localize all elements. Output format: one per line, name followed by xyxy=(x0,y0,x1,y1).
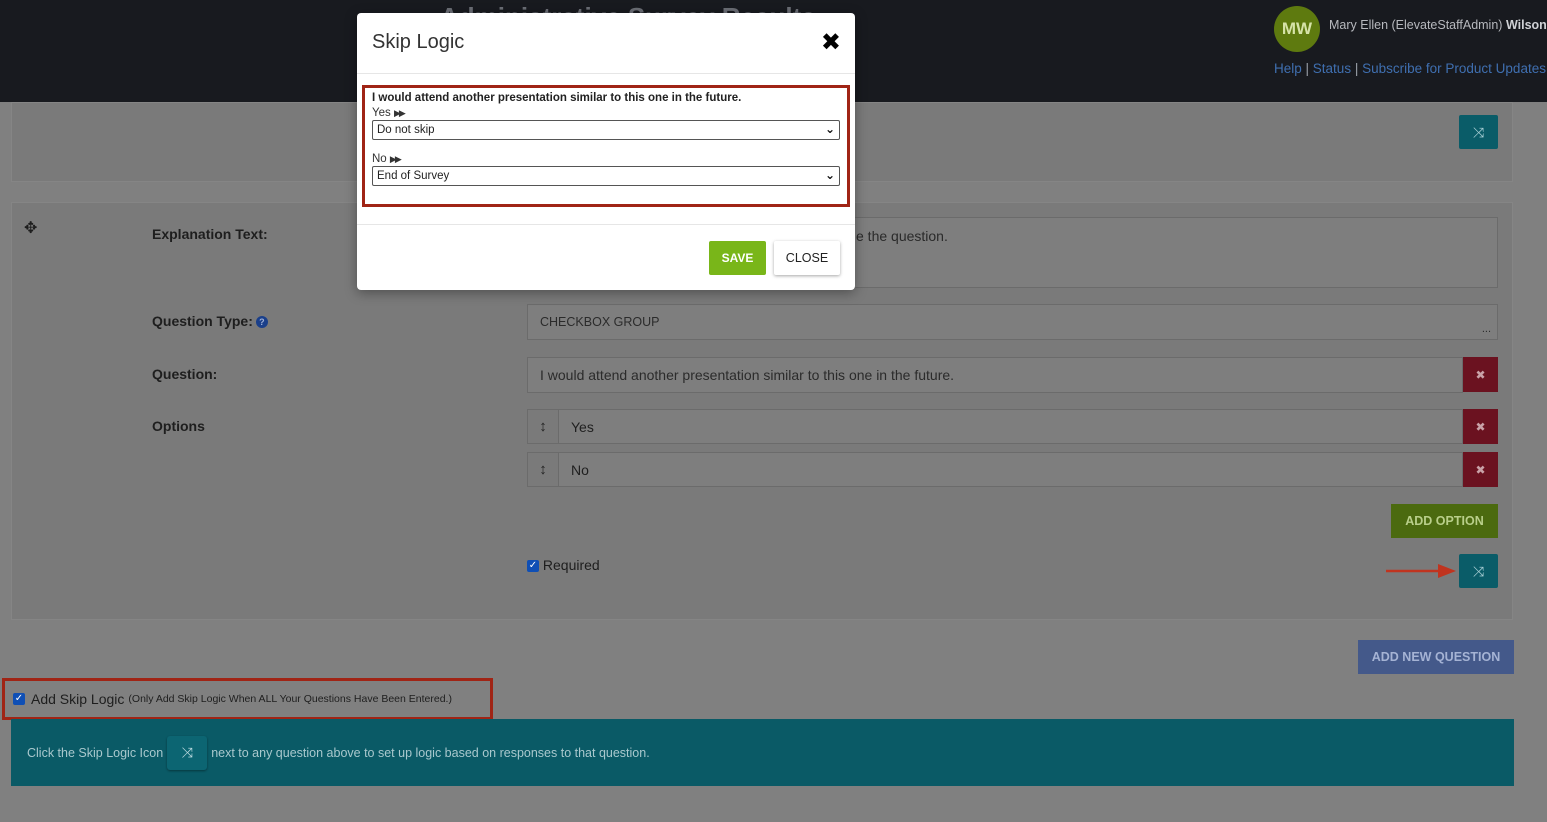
info-text-before: Click the Skip Logic Icon xyxy=(27,745,164,760)
option-sort-handle[interactable]: ↕ xyxy=(527,409,559,444)
question-input[interactable]: I would attend another presentation simi… xyxy=(527,357,1463,393)
options-label: Options xyxy=(152,418,205,434)
skip-logic-rules: I would attend another presentation simi… xyxy=(362,85,850,207)
question-label: Question: xyxy=(152,366,218,382)
info-text-after: next to any question above to set up log… xyxy=(211,745,650,760)
rule-select-no[interactable]: End of Survey ⌄ xyxy=(372,166,840,186)
explanation-placeholder: e the question. xyxy=(856,228,948,244)
sort-handle-icon: ↕ xyxy=(539,418,547,435)
help-icon[interactable]: ? xyxy=(255,316,268,329)
skip-logic-button-previous[interactable]: ⤨ xyxy=(1459,115,1498,149)
question-value: I would attend another presentation simi… xyxy=(540,367,955,383)
add-skip-logic-label: Add Skip Logic xyxy=(31,691,125,707)
question-type-value: CHECKBOX GROUP xyxy=(540,315,660,329)
shuffle-icon: ⤨ xyxy=(1472,123,1485,140)
rule-select-yes[interactable]: Do not skip ⌄ xyxy=(372,120,840,140)
required-checkbox-row[interactable]: ✓ Required xyxy=(527,557,600,573)
close-icon[interactable]: ✖ xyxy=(821,29,841,57)
modal-footer: SAVE CLOSE xyxy=(357,224,855,290)
option-value: No xyxy=(571,461,589,478)
question-type-select[interactable]: CHECKBOX GROUP ... xyxy=(527,304,1498,340)
chevron-down-icon: ⌄ xyxy=(824,122,835,136)
rule-select-value: End of Survey xyxy=(377,170,450,182)
close-button[interactable]: CLOSE xyxy=(774,241,840,275)
add-option-button[interactable]: ADD OPTION xyxy=(1391,504,1498,538)
rule-option-label: Yes ▶▶ xyxy=(372,107,406,119)
header-links: Help | Status | Subscribe for Product Up… xyxy=(1274,61,1546,76)
modal-title: Skip Logic xyxy=(372,31,465,53)
fast-forward-icon: ▶▶ xyxy=(389,154,402,164)
delete-x-icon: ✖ xyxy=(1475,367,1486,382)
delete-option-button[interactable]: ✖ xyxy=(1463,452,1498,487)
option-input-yes[interactable]: Yes xyxy=(558,409,1463,444)
user-name: Mary Ellen (ElevateStaffAdmin) Wilson xyxy=(1329,18,1547,32)
delete-question-button[interactable]: ✖ xyxy=(1463,357,1498,392)
skip-logic-question: I would attend another presentation simi… xyxy=(372,92,742,104)
skip-logic-modal: Skip Logic ✖ I would attend another pres… xyxy=(357,13,855,290)
shuffle-icon: ⤨ xyxy=(1472,562,1485,579)
subscribe-link[interactable]: Subscribe for Product Updates xyxy=(1362,61,1546,76)
chevron-down-icon: ⌄ xyxy=(824,168,835,182)
rule-option-label: No ▶▶ xyxy=(372,153,402,165)
add-skip-logic-checkbox[interactable]: ✓ xyxy=(13,693,25,705)
explanation-label: Explanation Text: xyxy=(152,226,268,242)
status-link[interactable]: Status xyxy=(1313,61,1351,76)
annotation-arrow xyxy=(1386,564,1456,578)
delete-option-button[interactable]: ✖ xyxy=(1463,409,1498,444)
required-label: Required xyxy=(542,557,600,573)
add-skip-logic-row[interactable]: ✓ Add Skip Logic (Only Add Skip Logic Wh… xyxy=(2,678,493,720)
question-type-more: ... xyxy=(1481,323,1491,335)
skip-logic-button[interactable]: ⤨ xyxy=(1459,554,1498,588)
fast-forward-icon: ▶▶ xyxy=(393,108,406,118)
help-link[interactable]: Help xyxy=(1274,61,1302,76)
save-button[interactable]: SAVE xyxy=(709,241,766,275)
option-value: Yes xyxy=(571,418,594,435)
modal-header: Skip Logic ✖ xyxy=(357,13,855,74)
option-sort-handle[interactable]: ↕ xyxy=(527,452,559,487)
avatar[interactable]: MW xyxy=(1274,6,1320,52)
shuffle-icon: ⤨ xyxy=(167,735,208,770)
required-checkbox[interactable]: ✓ xyxy=(527,560,539,573)
rule-select-value: Do not skip xyxy=(377,124,435,136)
user-name-last: Wilson xyxy=(1505,18,1547,32)
sort-handle-icon: ↕ xyxy=(539,461,547,478)
add-new-question-button[interactable]: ADD NEW QUESTION xyxy=(1358,640,1514,674)
move-icon[interactable]: ✥ xyxy=(24,218,37,238)
delete-x-icon: ✖ xyxy=(1475,462,1486,477)
delete-x-icon: ✖ xyxy=(1475,419,1486,434)
option-input-no[interactable]: No xyxy=(558,452,1463,487)
add-skip-logic-note: (Only Add Skip Logic When ALL Your Quest… xyxy=(128,693,452,705)
question-type-label: Question Type:? xyxy=(152,313,268,329)
skip-logic-info-bar: Click the Skip Logic Icon ⤨ next to any … xyxy=(11,719,1514,786)
user-name-prefix: Mary Ellen (ElevateStaffAdmin) xyxy=(1329,18,1503,32)
